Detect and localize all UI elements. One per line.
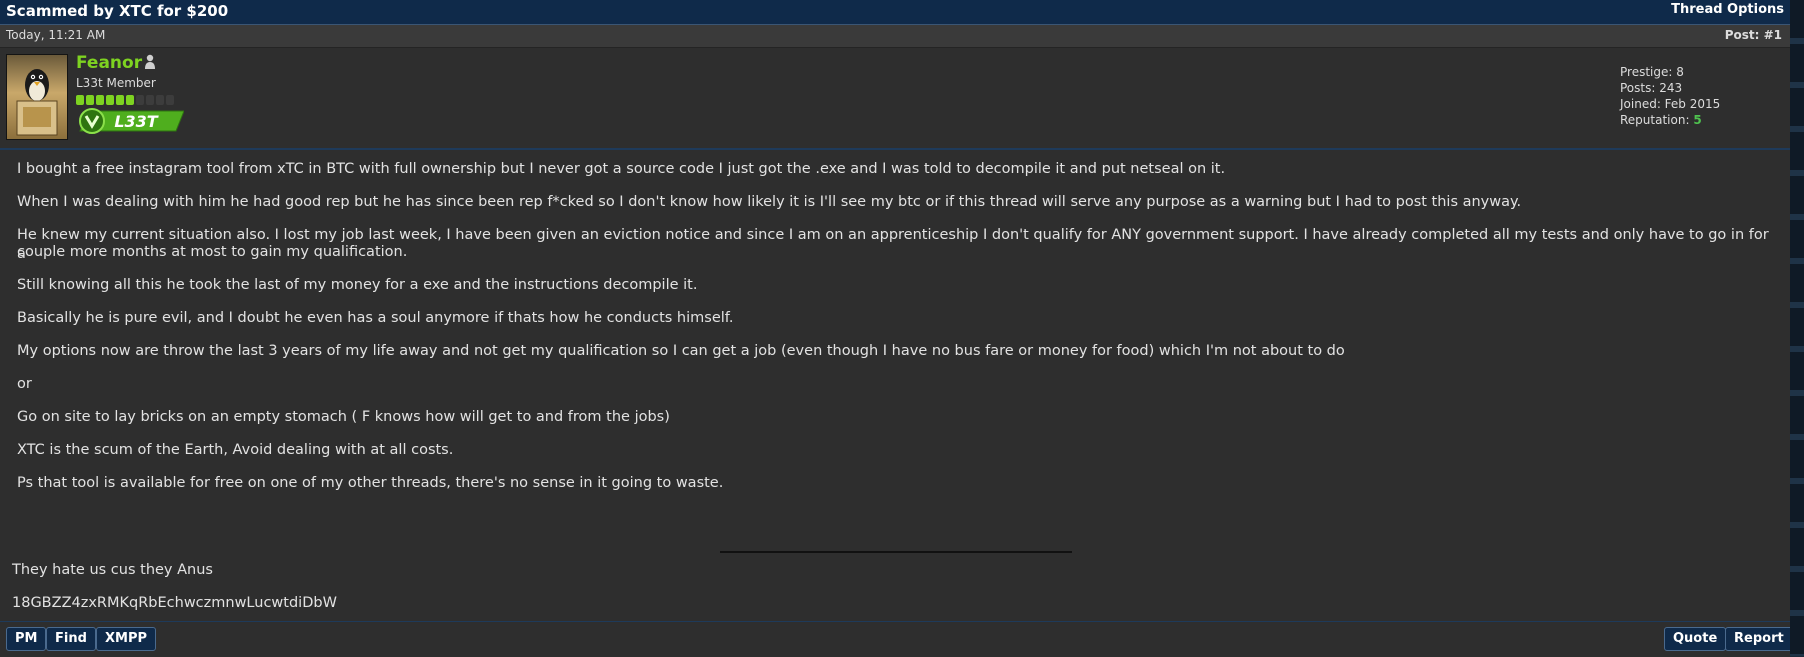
reputation-dot <box>146 95 154 105</box>
reputation-dot <box>126 95 134 105</box>
thread-header: Scammed by XTC for $200 Thread Options <box>0 0 1790 25</box>
post-container: Scammed by XTC for $200 Thread Options T… <box>0 0 1793 657</box>
stat-reputation: Reputation: 5 <box>1620 112 1720 128</box>
rank-badge-text: L33T <box>114 112 158 131</box>
reputation-label: Reputation: <box>1620 113 1690 127</box>
offline-status-icon <box>145 54 155 69</box>
message-paragraph: My options now are throw the last 3 year… <box>17 343 1345 359</box>
xmpp-button[interactable]: XMPP <box>96 627 157 651</box>
pm-button[interactable]: PM <box>6 627 47 651</box>
post-footer: PM Find XMPP Quote Report <box>0 621 1793 657</box>
reputation-value[interactable]: 5 <box>1693 113 1701 127</box>
reputation-dot <box>116 95 124 105</box>
page-edge-strip <box>1790 0 1804 656</box>
message-paragraph: Still knowing all this he took the last … <box>17 277 698 293</box>
penguin-avatar-image <box>16 69 58 136</box>
reputation-dot <box>156 95 164 105</box>
message-paragraph: XTC is the scum of the Earth, Avoid deal… <box>17 442 454 458</box>
find-button[interactable]: Find <box>46 627 96 651</box>
stat-joined: Joined: Feb 2015 <box>1620 97 1721 111</box>
thread-options-link[interactable]: Thread Options <box>1671 2 1784 17</box>
user-title: L33t Member <box>76 76 156 90</box>
message-paragraph: Basically he is pure evil, and I doubt h… <box>17 310 734 326</box>
username-link[interactable]: Feanor <box>76 53 142 73</box>
reputation-dot <box>96 95 104 105</box>
signature-btc-address: 18GBZZ4zxRMKqRbEchwczmnwLucwtdiDbW <box>12 595 337 611</box>
reputation-dot <box>86 95 94 105</box>
message-paragraph: Ps that tool is available for free on on… <box>17 475 724 491</box>
message-paragraph: Go on site to lay bricks on an empty sto… <box>17 409 670 425</box>
quote-button[interactable]: Quote <box>1664 627 1727 651</box>
post-message: I bought a free instagram tool from xTC … <box>0 150 1790 620</box>
signature-divider <box>720 551 1072 553</box>
stat-prestige: Prestige: 8 <box>1620 65 1684 79</box>
message-paragraph: When I was dealing with him he had good … <box>17 194 1522 210</box>
signature-line: They hate us cus they Anus <box>12 562 213 578</box>
stat-posts: Posts: 243 <box>1620 81 1683 95</box>
message-paragraph: couple more months at most to gain my qu… <box>17 244 408 260</box>
avatar[interactable] <box>6 54 68 140</box>
l33t-rank-badge: L33T <box>79 108 184 134</box>
post-meta-bar: Today, 11:21 AM Post: #1 <box>0 25 1790 48</box>
post-number-link[interactable]: Post: #1 <box>1725 28 1782 42</box>
user-info-panel: Feanor L33t Member L33T Prestige: 8 Post… <box>0 48 1790 150</box>
post-date: Today, 11:21 AM <box>6 28 106 42</box>
report-button[interactable]: Report <box>1725 627 1793 651</box>
reputation-dot <box>76 95 84 105</box>
reputation-dot <box>166 95 174 105</box>
thread-title: Scammed by XTC for $200 <box>6 2 229 20</box>
message-paragraph: or <box>17 376 32 392</box>
user-stats: Prestige: 8 Posts: 243 Joined: Feb 2015 … <box>1620 64 1720 128</box>
reputation-dot <box>106 95 114 105</box>
message-paragraph: I bought a free instagram tool from xTC … <box>17 161 1226 177</box>
reputation-dot <box>136 95 144 105</box>
